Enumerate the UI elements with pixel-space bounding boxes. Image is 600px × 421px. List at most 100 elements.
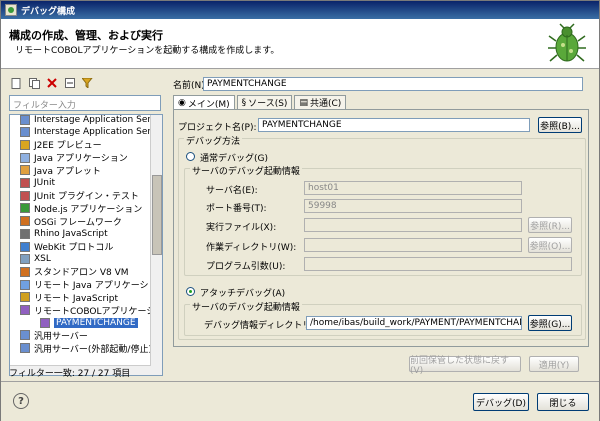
server-name-field[interactable]: host01 xyxy=(304,181,522,195)
apply-button[interactable]: 適用(Y) xyxy=(529,356,579,372)
tree-item[interactable]: Interstage Application Serve xyxy=(20,126,162,139)
tree-item[interactable]: 汎用サーバー(外部起動/停止) xyxy=(20,342,152,355)
tree-item-label: Interstage Application Serve xyxy=(34,127,162,138)
tree-item-selected[interactable]: PAYMENTCHANGE xyxy=(40,316,138,329)
server-name-label: サーバ名(E): xyxy=(206,186,258,196)
port-label: ポート番号(T): xyxy=(206,204,267,214)
filter-input[interactable]: フィルター入力 xyxy=(9,95,161,111)
tree-item[interactable]: XSL xyxy=(20,253,51,266)
work-dir-field[interactable] xyxy=(304,238,522,252)
tree-item[interactable]: Node.js アプリケーション xyxy=(20,202,142,215)
debug-button[interactable]: デバッグ(D) xyxy=(473,393,529,411)
tree-item-label: Rhino JavaScript xyxy=(34,228,108,239)
header-subtitle: リモートCOBOLアプリケーションを起動する構成を作成します。 xyxy=(15,46,280,56)
tree-item[interactable]: WebKit プロトコル xyxy=(20,240,113,253)
server-icon xyxy=(20,343,30,354)
tree-item-label: スタンドアロン V8 VM xyxy=(34,268,129,279)
project-field[interactable]: PAYMENTCHANGE xyxy=(258,118,530,132)
applet-icon xyxy=(20,165,30,176)
revert-button[interactable]: 前回保管した状態に戻す(V) xyxy=(409,356,521,376)
tab-main-label: メイン(M) xyxy=(187,99,230,110)
debug-dir-field[interactable]: /home/ibas/build_work/PAYMENT/PAYMENTCHA… xyxy=(306,316,522,330)
tab-common[interactable]: ▤ 共通(C) xyxy=(294,95,347,109)
tree-item-label: JUnit プラグイン・テスト xyxy=(34,192,139,203)
tree-vertical-scrollbar[interactable] xyxy=(150,115,162,375)
tree-item[interactable]: Java アプレット xyxy=(20,164,101,177)
new-config-icon[interactable] xyxy=(9,76,23,90)
port-field[interactable]: 59998 xyxy=(304,199,522,213)
tree-item-label: JUnit xyxy=(34,178,55,188)
remote-java-icon xyxy=(20,279,30,290)
webkit-icon xyxy=(20,241,30,252)
remote-js-icon xyxy=(20,292,30,303)
delete-icon[interactable] xyxy=(45,76,59,90)
exec-file-label: 実行ファイル(X): xyxy=(206,223,277,233)
tab-main[interactable]: ◉ メイン(M) xyxy=(173,95,235,110)
attach-debug-radio[interactable] xyxy=(186,287,195,296)
server-icon xyxy=(20,127,30,138)
tab-bar: ◉ メイン(M) § ソース(S) ▤ 共通(C) xyxy=(173,95,347,110)
rhino-icon xyxy=(20,228,30,239)
config-icon xyxy=(40,317,50,328)
window-title: デバッグ構成 xyxy=(21,6,76,17)
xsl-icon xyxy=(20,254,30,265)
tree-item[interactable]: OSGi フレームワーク xyxy=(20,215,122,228)
work-dir-label: 作業ディレクトリ(W): xyxy=(206,243,297,253)
tree-item[interactable]: JUnit プラグイン・テスト xyxy=(20,189,139,202)
server-group-label: サーバのデバッグ起動情報 xyxy=(190,164,302,177)
duplicate-icon[interactable] xyxy=(27,76,41,90)
dialog-window: デバッグ構成 構成の作成、管理、および実行 リモートCOBOLアプリケーションを… xyxy=(0,0,600,421)
config-tree[interactable]: Interstage Application Serve Interstage A… xyxy=(9,114,163,376)
normal-debug-label: 通常デバッグ(G) xyxy=(200,154,268,164)
tree-item-label: リモート Java アプリケーション xyxy=(34,281,163,292)
tree-item[interactable]: 汎用サーバー xyxy=(20,329,88,342)
tree-item-label: J2EE プレビュー xyxy=(34,141,102,152)
tree-item-label: XSL xyxy=(34,254,51,265)
tree-item[interactable]: Rhino JavaScript xyxy=(20,227,108,240)
tree-item[interactable]: スタンドアロン V8 VM xyxy=(20,265,129,278)
exec-file-field[interactable] xyxy=(304,218,522,232)
tree-item[interactable]: リモートCOBOLアプリケーション xyxy=(20,304,163,317)
tree-item[interactable]: Java アプリケーション xyxy=(20,151,128,164)
v8-icon xyxy=(20,266,30,277)
config-editor: 名前(N): PAYMENTCHANGE ◉ メイン(M) § ソース(S) ▤ 共通… xyxy=(173,75,593,376)
tree-item-label: Interstage Application Serve xyxy=(34,114,162,125)
filter-icon[interactable] xyxy=(81,76,95,90)
server-icon xyxy=(20,115,30,125)
cobol-icon xyxy=(20,305,30,315)
tree-item-label: PAYMENTCHANGE xyxy=(54,317,138,328)
config-toolbar xyxy=(9,75,95,91)
tree-item-label: 汎用サーバー(外部起動/停止) xyxy=(34,344,152,355)
tree-item[interactable]: リモート Java アプリケーション xyxy=(20,278,163,292)
tree-item[interactable]: JUnit xyxy=(20,177,55,190)
j2ee-icon xyxy=(20,139,30,150)
args-label: プログラム引数(U): xyxy=(206,262,286,272)
nodejs-icon xyxy=(20,203,30,214)
project-label: プロジェクト名(P): xyxy=(178,123,257,133)
tree-item[interactable]: Interstage Application Serve xyxy=(20,114,162,126)
project-browse-button[interactable]: 参照(B)... xyxy=(538,117,582,133)
tree-item-label: リモートCOBOLアプリケーション xyxy=(34,306,163,317)
name-field[interactable]: PAYMENTCHANGE xyxy=(203,77,583,91)
tab-source[interactable]: § ソース(S) xyxy=(236,95,293,109)
scroll-thumb[interactable] xyxy=(152,175,162,255)
tree-item-label: 汎用サーバー xyxy=(34,331,88,342)
exec-browse-button[interactable]: 参照(R)... xyxy=(528,217,572,233)
normal-debug-radio[interactable] xyxy=(186,152,195,161)
tree-item-label: OSGi フレームワーク xyxy=(34,217,122,228)
dialog-footer: ? デバッグ(D) 閉じる xyxy=(1,381,599,421)
main-tab-icon: ◉ xyxy=(178,98,186,108)
bug-icon xyxy=(548,23,586,62)
tree-item-label: リモート JavaScript xyxy=(34,293,118,304)
args-field[interactable] xyxy=(304,257,572,271)
tab-source-label: ソース(S) xyxy=(248,99,288,109)
tree-item[interactable]: リモート JavaScript xyxy=(20,291,118,304)
debug-dir-browse-button[interactable]: 参照(G)... xyxy=(528,315,572,331)
close-button[interactable]: 閉じる xyxy=(537,393,589,411)
tree-item[interactable]: J2EE プレビュー xyxy=(20,138,102,151)
work-dir-browse-button[interactable]: 参照(O)... xyxy=(528,237,572,253)
help-icon[interactable]: ? xyxy=(13,393,29,409)
collapse-icon[interactable] xyxy=(63,76,77,90)
junit-icon xyxy=(20,178,30,188)
junit-plugin-icon xyxy=(20,190,30,201)
